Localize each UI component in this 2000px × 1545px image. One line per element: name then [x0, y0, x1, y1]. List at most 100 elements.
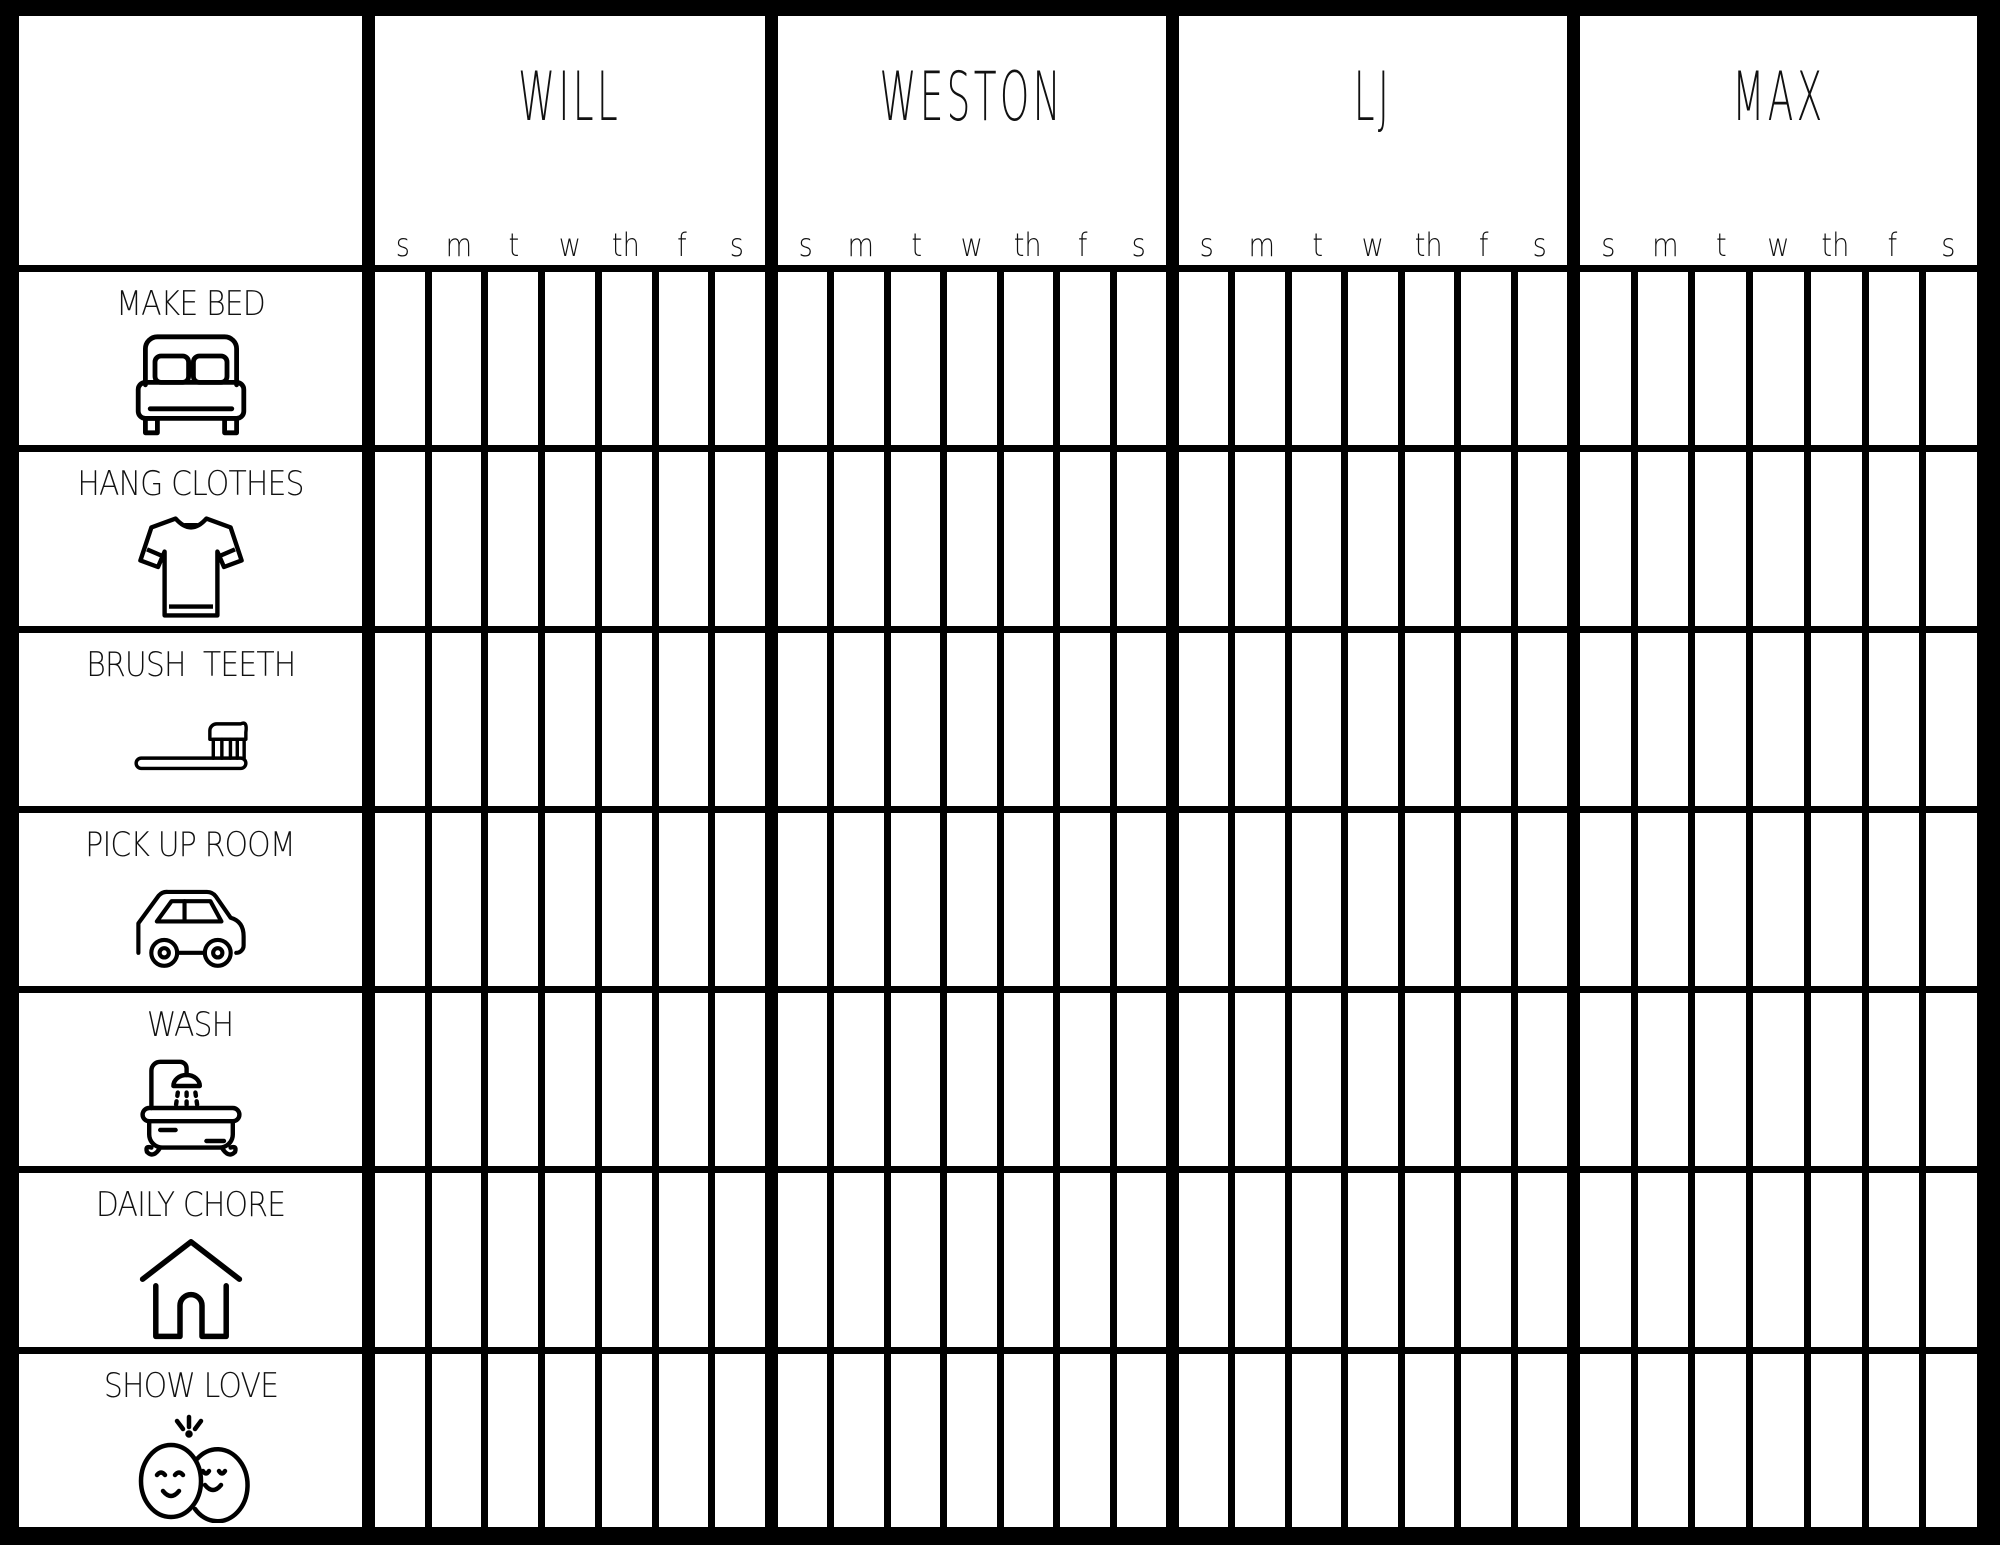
check-cell[interactable]	[1348, 1353, 1398, 1527]
check-cell[interactable]	[1868, 632, 1920, 806]
check-cell[interactable]	[1517, 993, 1567, 1167]
check-cell[interactable]	[890, 812, 941, 987]
check-cell[interactable]	[1404, 812, 1455, 987]
check-cell[interactable]	[890, 272, 941, 446]
check-cell[interactable]	[1235, 1173, 1285, 1347]
check-cell[interactable]	[1060, 272, 1110, 446]
check-cell[interactable]	[658, 632, 709, 806]
check-cell[interactable]	[1291, 1353, 1342, 1527]
check-cell[interactable]	[658, 993, 709, 1167]
check-cell[interactable]	[1060, 993, 1110, 1167]
check-cell[interactable]	[601, 1353, 652, 1527]
check-cell[interactable]	[375, 812, 425, 987]
check-cell[interactable]	[1003, 272, 1054, 446]
check-cell[interactable]	[658, 1353, 709, 1527]
check-cell[interactable]	[431, 272, 482, 446]
check-cell[interactable]	[947, 1173, 997, 1347]
check-cell[interactable]	[778, 812, 828, 987]
check-cell[interactable]	[1348, 993, 1398, 1167]
check-cell[interactable]	[1695, 272, 1747, 446]
check-cell[interactable]	[431, 993, 482, 1167]
check-cell[interactable]	[1003, 1353, 1054, 1527]
check-cell[interactable]	[1695, 632, 1747, 806]
check-cell[interactable]	[1580, 1173, 1631, 1347]
check-cell[interactable]	[1695, 1173, 1747, 1347]
check-cell[interactable]	[1235, 1353, 1285, 1527]
check-cell[interactable]	[1291, 452, 1342, 626]
check-cell[interactable]	[488, 812, 539, 987]
check-cell[interactable]	[1003, 812, 1054, 987]
check-cell[interactable]	[778, 1173, 828, 1347]
check-cell[interactable]	[545, 272, 595, 446]
check-cell[interactable]	[1637, 632, 1689, 806]
check-cell[interactable]	[1637, 452, 1689, 626]
check-cell[interactable]	[947, 272, 997, 446]
check-cell[interactable]	[545, 1173, 595, 1347]
check-cell[interactable]	[1517, 272, 1567, 446]
check-cell[interactable]	[1461, 452, 1511, 626]
check-cell[interactable]	[1695, 452, 1747, 626]
check-cell[interactable]	[1179, 1173, 1229, 1347]
check-cell[interactable]	[1461, 1173, 1511, 1347]
check-cell[interactable]	[1580, 812, 1631, 987]
check-cell[interactable]	[601, 632, 652, 806]
check-cell[interactable]	[1116, 1353, 1166, 1527]
check-cell[interactable]	[1637, 1353, 1689, 1527]
check-cell[interactable]	[375, 1353, 425, 1527]
check-cell[interactable]	[1179, 1353, 1229, 1527]
check-cell[interactable]	[1179, 812, 1229, 987]
check-cell[interactable]	[1926, 1173, 1977, 1347]
check-cell[interactable]	[431, 1173, 482, 1347]
check-cell[interactable]	[834, 272, 884, 446]
check-cell[interactable]	[375, 1173, 425, 1347]
check-cell[interactable]	[834, 812, 884, 987]
check-cell[interactable]	[1580, 452, 1631, 626]
check-cell[interactable]	[658, 452, 709, 626]
check-cell[interactable]	[1580, 1353, 1631, 1527]
check-cell[interactable]	[947, 632, 997, 806]
check-cell[interactable]	[488, 272, 539, 446]
check-cell[interactable]	[1348, 632, 1398, 806]
check-cell[interactable]	[601, 812, 652, 987]
check-cell[interactable]	[1461, 993, 1511, 1167]
check-cell[interactable]	[1695, 1353, 1747, 1527]
check-cell[interactable]	[1868, 452, 1920, 626]
check-cell[interactable]	[431, 812, 482, 987]
check-cell[interactable]	[1291, 1173, 1342, 1347]
check-cell[interactable]	[1348, 452, 1398, 626]
check-cell[interactable]	[1116, 272, 1166, 446]
check-cell[interactable]	[1810, 812, 1862, 987]
check-cell[interactable]	[834, 993, 884, 1167]
check-cell[interactable]	[1926, 632, 1977, 806]
check-cell[interactable]	[778, 272, 828, 446]
check-cell[interactable]	[601, 452, 652, 626]
check-cell[interactable]	[1404, 993, 1455, 1167]
check-cell[interactable]	[1810, 632, 1862, 806]
check-cell[interactable]	[1348, 1173, 1398, 1347]
check-cell[interactable]	[1517, 812, 1567, 987]
check-cell[interactable]	[1868, 1173, 1920, 1347]
check-cell[interactable]	[715, 1353, 765, 1527]
check-cell[interactable]	[1868, 272, 1920, 446]
check-cell[interactable]	[1926, 812, 1977, 987]
check-cell[interactable]	[947, 812, 997, 987]
check-cell[interactable]	[1235, 452, 1285, 626]
check-cell[interactable]	[375, 632, 425, 806]
check-cell[interactable]	[1060, 1173, 1110, 1347]
check-cell[interactable]	[1753, 272, 1804, 446]
check-cell[interactable]	[715, 452, 765, 626]
check-cell[interactable]	[1517, 1173, 1567, 1347]
check-cell[interactable]	[1404, 1173, 1455, 1347]
check-cell[interactable]	[1637, 272, 1689, 446]
check-cell[interactable]	[1637, 993, 1689, 1167]
check-cell[interactable]	[1580, 272, 1631, 446]
check-cell[interactable]	[601, 1173, 652, 1347]
check-cell[interactable]	[778, 993, 828, 1167]
check-cell[interactable]	[890, 452, 941, 626]
check-cell[interactable]	[1060, 632, 1110, 806]
check-cell[interactable]	[715, 632, 765, 806]
check-cell[interactable]	[1235, 993, 1285, 1167]
check-cell[interactable]	[1580, 632, 1631, 806]
check-cell[interactable]	[890, 1173, 941, 1347]
check-cell[interactable]	[1695, 993, 1747, 1167]
